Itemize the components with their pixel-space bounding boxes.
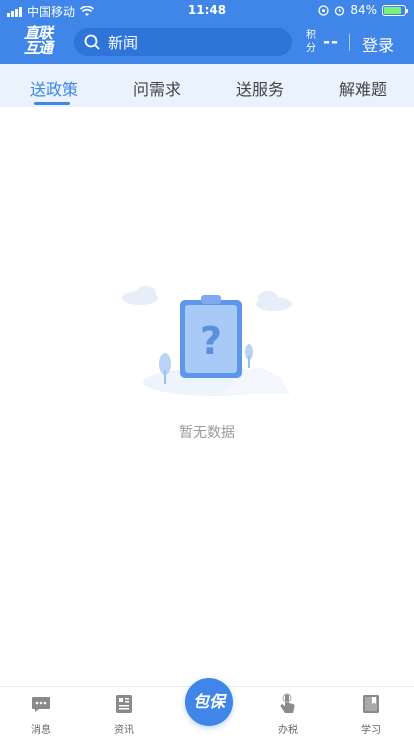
battery-icon	[382, 4, 408, 16]
login-button[interactable]: 登录	[362, 32, 394, 56]
search-icon	[84, 34, 100, 50]
nav-label-study: 学习	[361, 725, 381, 736]
study-icon	[363, 695, 379, 713]
nav-item-study[interactable]: 学习	[341, 693, 401, 736]
nav-label-tax: 办税	[278, 725, 298, 736]
search-text: 新闻	[108, 33, 139, 52]
battery-fill	[384, 6, 401, 14]
svg-text:?: ?	[200, 319, 222, 363]
app-logo: 直联 互通	[24, 26, 62, 56]
points-label-2: 分	[306, 43, 316, 54]
tab-send-service[interactable]: 送服务	[236, 76, 284, 100]
points-value: --	[323, 32, 340, 52]
nav-label-news: 资讯	[114, 725, 134, 736]
battery-percent: 84%	[350, 3, 377, 17]
logo-line-2: 互通	[24, 39, 53, 57]
message-icon	[32, 697, 50, 712]
active-tab-indicator	[34, 102, 70, 105]
search-bar[interactable]: 新闻	[74, 28, 292, 56]
app-bar: 直联 互通 新闻 积 分 -- 登录	[0, 22, 414, 64]
center-action-button[interactable]: 包保	[185, 678, 233, 726]
tax-icon	[280, 693, 295, 713]
nav-item-messages[interactable]: 消息	[11, 693, 71, 736]
nav-item-news[interactable]: 资讯	[94, 693, 154, 736]
tab-bar: 送政策 问需求 送服务 解难题	[0, 64, 414, 107]
status-right: 84%	[318, 3, 408, 17]
status-bar: 中国移动 11:48 84%	[0, 0, 414, 20]
rotation-lock-icon	[318, 4, 329, 16]
news-icon	[116, 695, 132, 713]
app-header: 中国移动 11:48 84% 直联 互通 新闻 积 分 -- 登录	[0, 0, 414, 64]
points-label: 积 分	[306, 29, 316, 55]
tab-ask-needs[interactable]: 问需求	[133, 76, 181, 100]
tab-solve-problems[interactable]: 解难题	[339, 76, 387, 100]
tab-send-policy[interactable]: 送政策	[30, 76, 78, 100]
nav-label-messages: 消息	[31, 725, 51, 736]
empty-state-message: 暂无数据	[179, 425, 235, 441]
header-divider	[349, 34, 350, 51]
empty-state-illustration: ?	[122, 286, 292, 396]
nav-item-tax[interactable]: 办税	[258, 693, 318, 736]
points-label-1: 积	[306, 30, 316, 41]
alarm-icon	[335, 5, 345, 16]
